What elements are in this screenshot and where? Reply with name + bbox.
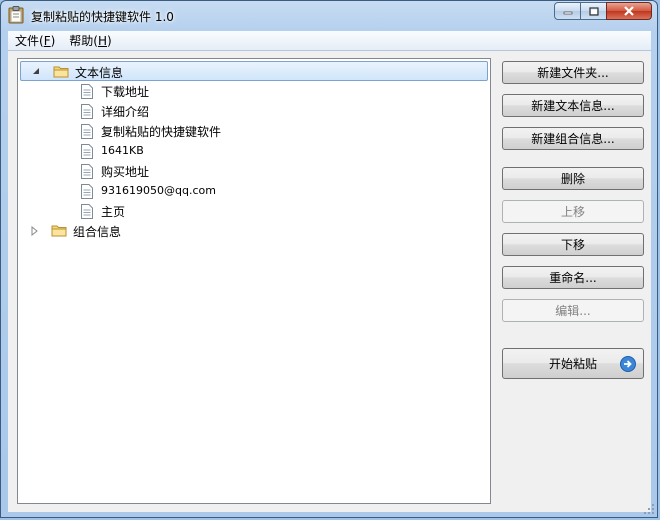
document-icon <box>81 84 93 99</box>
new-text-info-button[interactable]: 新建文本信息... <box>502 94 644 117</box>
expanded-arrow-icon[interactable] <box>31 66 41 76</box>
document-icon <box>81 184 93 199</box>
document-icon <box>81 144 93 159</box>
edit-button[interactable]: 编辑... <box>502 299 644 322</box>
tree-leaf-label: 详细介绍 <box>101 105 150 119</box>
start-paste-label: 开始粘贴 <box>548 357 597 371</box>
info-tree[interactable]: 文本信息 下载地址 详细介绍 复制粘贴的快捷键软件 1641KB 购买地址 93… <box>17 58 491 504</box>
new-folder-button[interactable]: 新建文件夹... <box>502 61 644 84</box>
rename-button[interactable]: 重命名... <box>502 266 644 289</box>
document-icon <box>81 164 93 179</box>
menu-bar: 文件(F) 帮助(H) <box>8 31 651 51</box>
tree-node-label: 文本信息 <box>75 66 124 80</box>
document-icon <box>81 124 93 139</box>
close-icon <box>624 6 634 16</box>
close-button[interactable] <box>606 2 652 20</box>
title-bar[interactable]: 复制粘贴的快捷键软件 1.0 <box>1 1 657 31</box>
tree-leaf-label: 复制粘贴的快捷键软件 <box>101 125 222 139</box>
maximize-icon <box>588 6 599 16</box>
collapsed-arrow-icon[interactable] <box>30 226 40 236</box>
menu-file[interactable]: 文件(F) <box>8 32 62 49</box>
tree-leaf-label: 931619050@qq.com <box>101 184 216 197</box>
menu-help[interactable]: 帮助(H) <box>62 32 118 49</box>
minimize-button[interactable] <box>554 2 581 20</box>
resize-grip-icon[interactable] <box>643 503 655 515</box>
tree-leaf-label: 1641KB <box>101 144 144 157</box>
delete-button[interactable]: 删除 <box>502 167 644 190</box>
move-down-button[interactable]: 下移 <box>502 233 644 256</box>
folder-icon <box>51 225 67 237</box>
client-area: 文本信息 下载地址 详细介绍 复制粘贴的快捷键软件 1641KB 购买地址 93… <box>8 51 651 512</box>
clipboard-app-icon <box>8 6 24 24</box>
arrow-right-icon <box>620 356 636 372</box>
app-window: 复制粘贴的快捷键软件 1.0 文件(F) 帮助(H) 文本信息 下载地址 详细介… <box>0 0 658 518</box>
document-icon <box>81 104 93 119</box>
minimize-icon <box>563 11 572 15</box>
move-up-button[interactable]: 上移 <box>502 200 644 223</box>
tree-leaf-label: 购买地址 <box>101 165 150 179</box>
folder-icon <box>53 66 69 78</box>
maximize-button[interactable] <box>580 2 607 20</box>
document-icon <box>81 204 93 219</box>
tree-node-label: 组合信息 <box>73 225 122 239</box>
tree-node-text-info[interactable]: 文本信息 <box>20 61 488 81</box>
start-paste-button[interactable]: 开始粘贴 <box>502 348 644 379</box>
new-group-info-button[interactable]: 新建组合信息... <box>502 127 644 150</box>
tree-leaf-label: 主页 <box>101 205 126 219</box>
tree-leaf-label: 下载地址 <box>101 85 150 99</box>
window-title: 复制粘贴的快捷键软件 1.0 <box>31 10 174 24</box>
caption-buttons <box>554 2 652 22</box>
